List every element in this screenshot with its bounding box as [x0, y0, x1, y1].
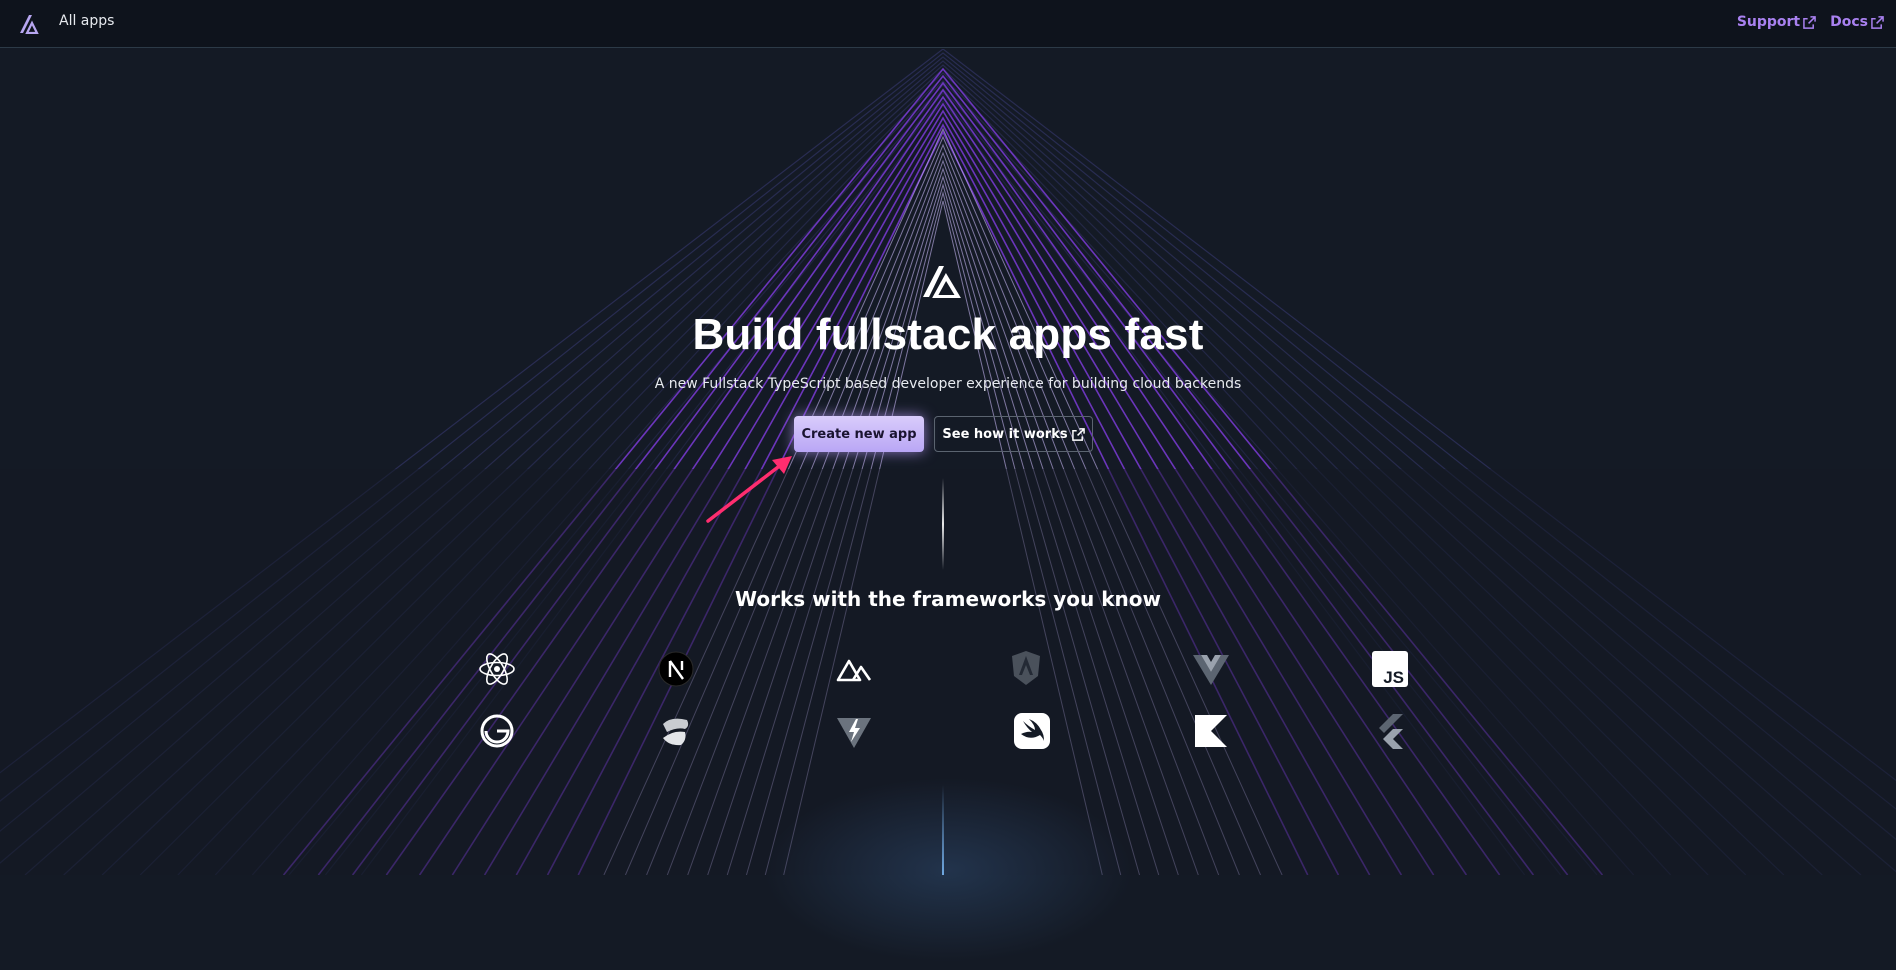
hero-title: Build fullstack apps fast [692, 310, 1204, 359]
javascript-icon: JS [1371, 650, 1409, 688]
external-link-icon [1803, 15, 1816, 29]
swift-icon [1013, 712, 1051, 750]
kotlin-icon [1192, 712, 1230, 750]
amplify-hero-logo-icon [923, 266, 961, 298]
nuxt-icon [835, 650, 873, 688]
vue-icon [1192, 650, 1230, 688]
docs-link-label: Docs [1830, 14, 1868, 30]
javascript-icon-label: JS [1383, 668, 1404, 687]
react-icon [478, 650, 516, 688]
ionic-icon [657, 712, 695, 750]
create-new-app-button[interactable]: Create new app [794, 416, 924, 452]
support-link-label: Support [1736, 14, 1801, 30]
all-apps-link[interactable]: All apps [59, 13, 114, 29]
support-link[interactable]: Support [1737, 14, 1816, 30]
external-link-icon [1871, 15, 1884, 29]
hero-subtitle: A new Fullstack TypeScript based develop… [654, 376, 1242, 392]
see-how-it-works-label: See how it works [942, 426, 1068, 442]
external-link-icon [1071, 427, 1085, 441]
top-navigation-bar: All apps Support Docs [0, 0, 1896, 48]
bottom-glow [748, 770, 1148, 970]
gatsby-icon [478, 712, 516, 750]
amplify-logo-icon[interactable] [18, 12, 42, 34]
nextjs-icon [657, 650, 695, 688]
background-triangle-lines [0, 49, 1896, 875]
angular-icon [1007, 649, 1045, 687]
docs-link[interactable]: Docs [1830, 14, 1884, 30]
annotation-arrow [706, 456, 792, 523]
top-links: Support Docs [1737, 14, 1884, 30]
divider-line-bottom [942, 785, 944, 875]
flutter-icon [1371, 712, 1409, 750]
vite-icon [835, 712, 873, 750]
frameworks-section-title: Works with the frameworks you know [735, 587, 1161, 611]
see-how-it-works-button[interactable]: See how it works [934, 416, 1093, 452]
divider-line-top [942, 478, 944, 570]
